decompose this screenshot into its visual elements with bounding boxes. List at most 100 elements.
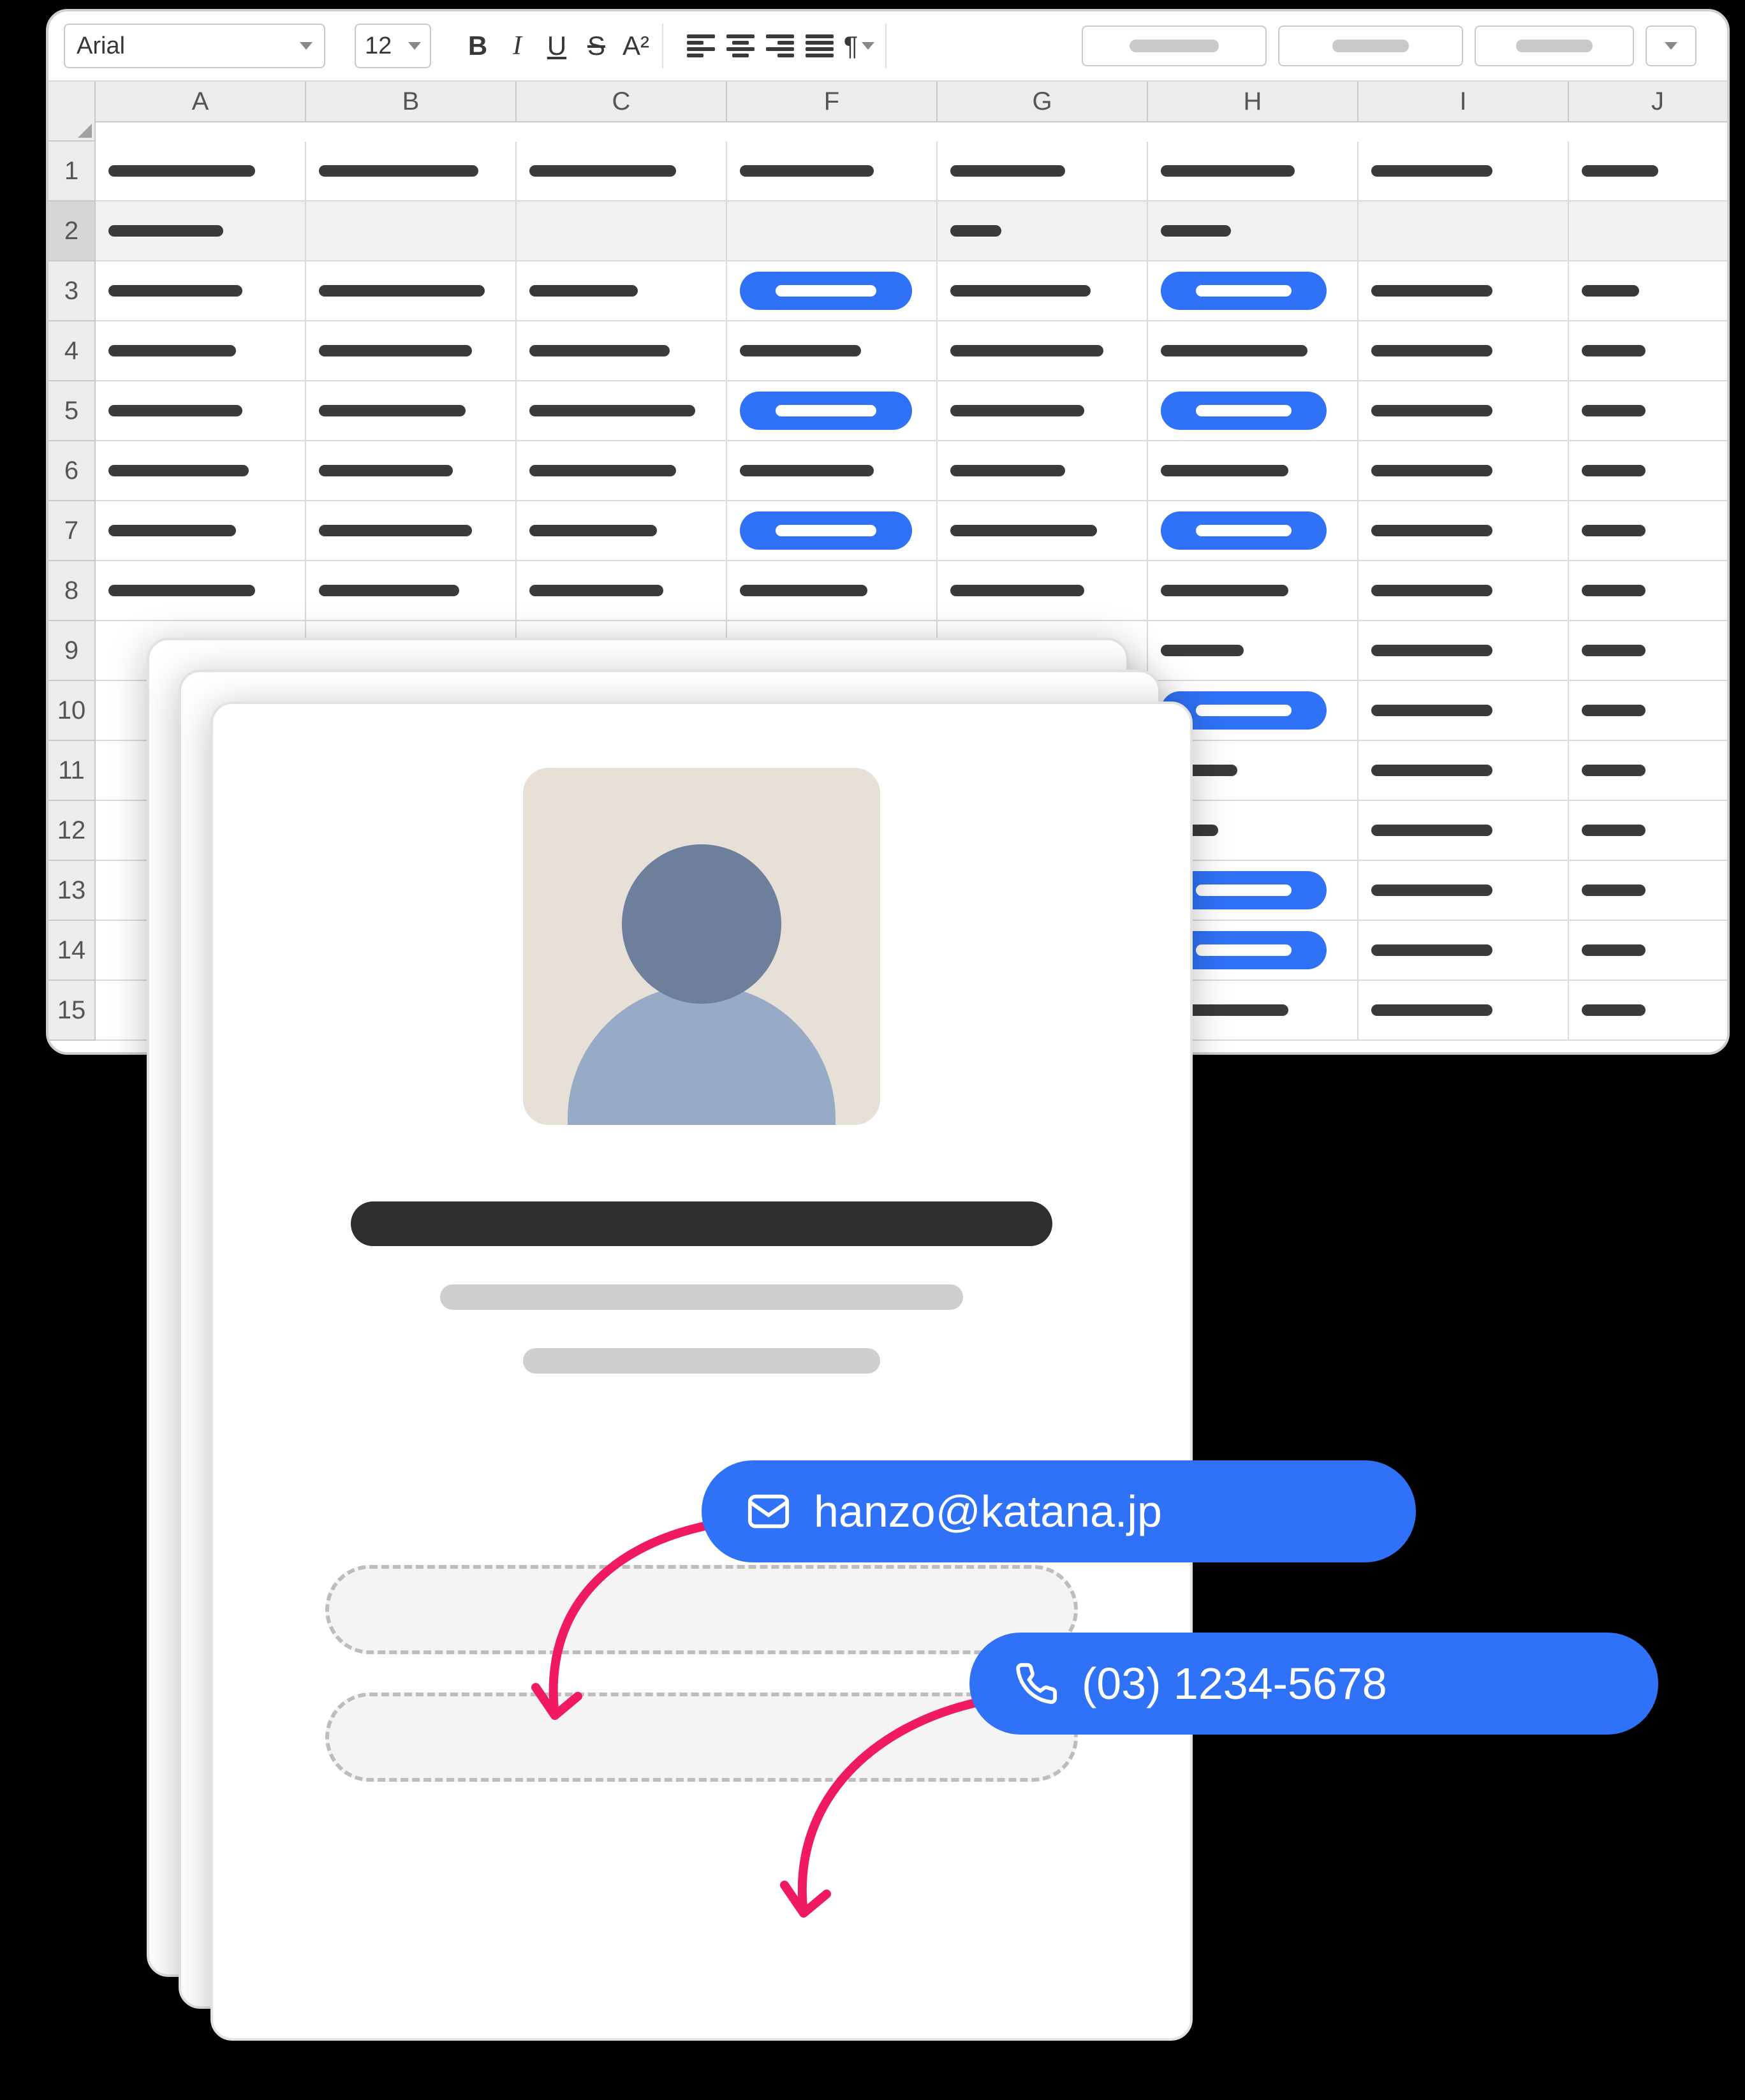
row-header[interactable]: 4	[48, 321, 96, 381]
cell[interactable]	[96, 561, 306, 621]
cell[interactable]	[938, 561, 1148, 621]
cell[interactable]	[1569, 861, 1730, 921]
cell[interactable]	[517, 202, 727, 261]
cell[interactable]	[1148, 561, 1358, 621]
cell[interactable]	[1148, 501, 1358, 561]
cell[interactable]	[1148, 261, 1358, 321]
align-justify-button[interactable]	[802, 27, 837, 65]
toolbar-field-3[interactable]	[1475, 26, 1634, 66]
cell[interactable]	[1358, 741, 1569, 801]
cell[interactable]	[517, 441, 727, 501]
cell[interactable]	[727, 261, 938, 321]
superscript-button[interactable]: A²	[619, 27, 653, 65]
paragraph-button[interactable]: ¶	[842, 27, 876, 65]
cell[interactable]	[306, 202, 517, 261]
cell[interactable]	[96, 202, 306, 261]
cell[interactable]	[517, 321, 727, 381]
cell[interactable]	[96, 261, 306, 321]
cell[interactable]	[1569, 921, 1730, 981]
phone-drop-slot[interactable]	[325, 1692, 1078, 1782]
cell[interactable]	[306, 321, 517, 381]
row-header[interactable]: 3	[48, 261, 96, 321]
email-chip[interactable]: hanzo@katana.jp	[702, 1460, 1416, 1562]
row-header[interactable]: 8	[48, 561, 96, 621]
align-right-button[interactable]	[763, 27, 797, 65]
cell[interactable]	[306, 441, 517, 501]
toolbar-dropdown[interactable]	[1646, 26, 1697, 66]
cell[interactable]	[1358, 801, 1569, 861]
cell[interactable]	[1569, 441, 1730, 501]
cell[interactable]	[938, 142, 1148, 202]
cell[interactable]	[1569, 261, 1730, 321]
cell[interactable]	[727, 202, 938, 261]
toolbar-field-1[interactable]	[1082, 26, 1267, 66]
row-header[interactable]: 6	[48, 441, 96, 501]
column-header[interactable]: F	[727, 82, 938, 122]
cell[interactable]	[938, 202, 1148, 261]
cell[interactable]	[1358, 142, 1569, 202]
cell[interactable]	[1358, 561, 1569, 621]
strikethrough-button[interactable]: S	[579, 27, 614, 65]
cell[interactable]	[1148, 202, 1358, 261]
cell[interactable]	[1569, 142, 1730, 202]
cell[interactable]	[938, 381, 1148, 441]
row-header[interactable]: 7	[48, 501, 96, 561]
row-header[interactable]: 10	[48, 681, 96, 741]
row-header[interactable]: 2	[48, 202, 96, 261]
cell[interactable]	[517, 561, 727, 621]
column-header[interactable]: J	[1569, 82, 1730, 122]
row-header[interactable]: 15	[48, 981, 96, 1041]
row-header[interactable]: 9	[48, 621, 96, 681]
cell[interactable]	[938, 321, 1148, 381]
cell[interactable]	[1358, 921, 1569, 981]
cell[interactable]	[727, 501, 938, 561]
cell[interactable]	[1569, 741, 1730, 801]
cell[interactable]	[1569, 561, 1730, 621]
cell[interactable]	[1569, 381, 1730, 441]
row-header[interactable]: 11	[48, 741, 96, 801]
cell[interactable]	[1358, 981, 1569, 1041]
cell[interactable]	[1569, 981, 1730, 1041]
cell[interactable]	[1569, 501, 1730, 561]
font-select[interactable]: Arial	[64, 24, 325, 68]
bold-button[interactable]: B	[460, 27, 495, 65]
column-header[interactable]: A	[96, 82, 306, 122]
italic-button[interactable]: I	[500, 27, 534, 65]
cell[interactable]	[517, 261, 727, 321]
cell[interactable]	[96, 321, 306, 381]
cell[interactable]	[1358, 441, 1569, 501]
cell[interactable]	[96, 142, 306, 202]
cell[interactable]	[517, 501, 727, 561]
cell[interactable]	[1148, 142, 1358, 202]
cell[interactable]	[938, 501, 1148, 561]
cell[interactable]	[1358, 861, 1569, 921]
column-header[interactable]: B	[306, 82, 517, 122]
row-header[interactable]: 12	[48, 801, 96, 861]
cell[interactable]	[1569, 681, 1730, 741]
underline-button[interactable]: U	[540, 27, 574, 65]
cell[interactable]	[1358, 621, 1569, 681]
cell[interactable]	[306, 501, 517, 561]
cell[interactable]	[938, 441, 1148, 501]
select-all-corner[interactable]	[48, 82, 96, 142]
toolbar-field-2[interactable]	[1278, 26, 1463, 66]
cell[interactable]	[306, 561, 517, 621]
cell[interactable]	[1569, 202, 1730, 261]
cell[interactable]	[1148, 621, 1358, 681]
column-header[interactable]: H	[1148, 82, 1358, 122]
phone-chip[interactable]: (03) 1234-5678	[969, 1633, 1658, 1735]
cell[interactable]	[1358, 202, 1569, 261]
cell[interactable]	[727, 561, 938, 621]
cell[interactable]	[1358, 501, 1569, 561]
column-header[interactable]: I	[1358, 82, 1569, 122]
cell[interactable]	[1148, 381, 1358, 441]
cell[interactable]	[517, 142, 727, 202]
cell[interactable]	[727, 321, 938, 381]
cell[interactable]	[1148, 441, 1358, 501]
cell[interactable]	[938, 261, 1148, 321]
cell[interactable]	[306, 261, 517, 321]
cell[interactable]	[96, 381, 306, 441]
cell[interactable]	[1569, 621, 1730, 681]
column-header[interactable]: C	[517, 82, 727, 122]
cell[interactable]	[306, 142, 517, 202]
